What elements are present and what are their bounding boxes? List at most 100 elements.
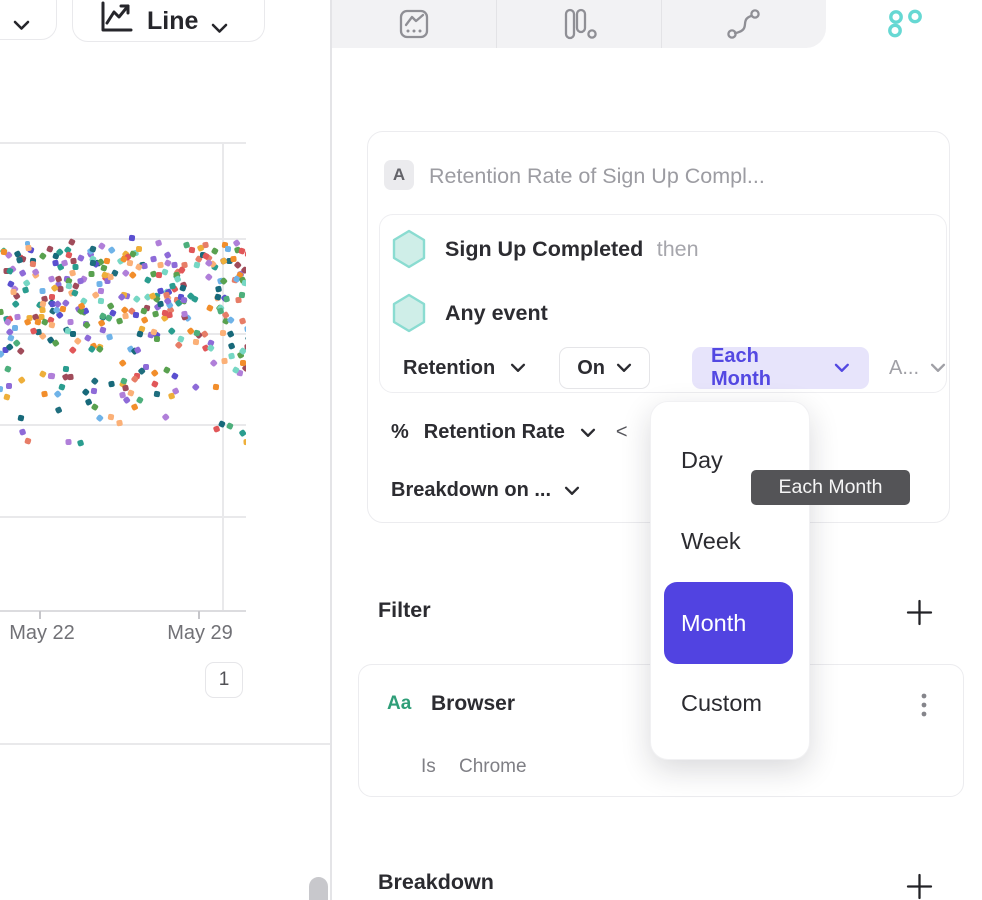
measure-dropdown-label[interactable]: Retention Rate: [424, 421, 565, 444]
filter-operator[interactable]: Is: [421, 756, 436, 778]
scatter-point: [141, 316, 148, 323]
scatter-point: [193, 262, 200, 269]
event-definition-card: Sign Up Completed then Any event Retenti…: [379, 214, 947, 393]
pagination-page-button[interactable]: 1: [205, 662, 243, 698]
scatter-point: [18, 414, 25, 421]
filter-property-name[interactable]: Browser: [431, 692, 515, 716]
scatter-point: [154, 335, 160, 341]
scatter-point: [77, 254, 84, 261]
scatter-point: [73, 264, 79, 270]
scatter-point: [19, 269, 27, 277]
scatter-point: [244, 438, 246, 444]
scatter-point: [151, 380, 158, 387]
scatter-point: [6, 383, 12, 389]
event-row[interactable]: Sign Up Completed then: [391, 229, 699, 269]
collapse-arrow[interactable]: <: [616, 421, 628, 444]
filter-value[interactable]: Chrome: [459, 756, 527, 778]
scatter-point: [161, 413, 169, 421]
scatter-point: [179, 285, 186, 292]
interval-dropdown[interactable]: Each Month: [692, 347, 869, 389]
scatter-point: [151, 255, 158, 262]
scatter-point: [63, 365, 69, 371]
scatter-point: [109, 381, 115, 387]
tab-metric-chart[interactable]: [332, 0, 497, 48]
scatter-point: [3, 393, 10, 400]
scatter-point: [66, 438, 72, 444]
scatter-point: [212, 383, 218, 389]
scatter-point: [211, 247, 219, 255]
scatter-point: [129, 235, 135, 241]
scatter-point: [107, 301, 115, 309]
scatter-point: [46, 245, 53, 252]
query-title[interactable]: Retention Rate of Sign Up Compl...: [429, 164, 765, 189]
tab-flow[interactable]: [662, 0, 826, 48]
scatter-point: [106, 333, 113, 340]
menu-item-day[interactable]: Day: [681, 447, 723, 474]
scatter-point: [48, 321, 55, 328]
scatter-point: [206, 304, 213, 311]
scatter-point: [39, 287, 45, 293]
scatter-point: [0, 385, 2, 391]
scatter-point: [100, 265, 107, 272]
scatter-point: [163, 366, 170, 373]
tab-scatter-active[interactable]: [825, 0, 982, 48]
scatter-point: [77, 277, 84, 284]
scatter-point: [83, 334, 91, 342]
scatter-point: [225, 245, 231, 251]
on-dropdown-label: On: [577, 357, 605, 380]
chart-type-selector[interactable]: Line: [72, 0, 265, 42]
chevron-down-icon: [616, 363, 632, 373]
measure-row[interactable]: % Retention Rate <: [391, 421, 628, 444]
menu-item-week[interactable]: Week: [681, 528, 741, 555]
retention-dropdown[interactable]: Retention: [403, 357, 526, 380]
event-row[interactable]: Any event: [391, 293, 548, 333]
scatter-point: [129, 270, 137, 278]
scatter-point: [167, 312, 173, 318]
scatter-point: [155, 239, 162, 246]
scatter-point: [90, 388, 96, 394]
scrollbar-thumb[interactable]: [309, 877, 328, 900]
truncated-dropdown[interactable]: A...: [889, 357, 946, 380]
scatter-point: [210, 359, 218, 367]
collapsed-dropdown-button[interactable]: [0, 0, 57, 40]
x-axis-label: May 22: [2, 622, 82, 645]
scatter-point: [58, 286, 64, 292]
plus-icon: [906, 873, 933, 900]
scatter-point: [136, 245, 142, 251]
chevron-down-icon: [510, 363, 526, 373]
scatter-point: [39, 370, 46, 377]
scatter-point: [228, 352, 235, 359]
chart-type-label: Line: [147, 9, 198, 34]
add-breakdown-button[interactable]: [906, 873, 933, 900]
scatter-point: [35, 318, 42, 325]
bars-icon: [560, 8, 598, 40]
breakdown-on-dropdown[interactable]: Breakdown on ...: [391, 479, 580, 502]
scatter-point: [96, 280, 102, 286]
add-filter-button[interactable]: [906, 599, 933, 631]
series-label-badge: A: [384, 160, 414, 190]
scatter-point: [19, 428, 26, 435]
retention-dropdown-label: Retention: [403, 357, 495, 380]
view-tabbar: [332, 0, 826, 48]
tab-bars[interactable]: [497, 0, 662, 48]
scatter-point: [224, 295, 231, 302]
event-name[interactable]: Sign Up Completed: [445, 237, 643, 261]
menu-item-month-selected[interactable]: Month: [664, 582, 793, 664]
scatter-point: [164, 251, 171, 258]
scatter-point: [164, 259, 171, 266]
kebab-menu-icon[interactable]: [920, 691, 928, 723]
line-chart-icon: [99, 1, 134, 34]
scatter-point: [172, 261, 178, 267]
interval-dropdown-label: Each Month: [711, 345, 822, 391]
retention-controls-row: Retention On Each Month: [391, 347, 946, 389]
scatter-point: [82, 388, 90, 396]
event-name[interactable]: Any event: [445, 301, 548, 325]
scatter-point: [97, 297, 103, 303]
on-dropdown[interactable]: On: [559, 347, 650, 389]
scatter-point: [191, 295, 198, 302]
panel-divider: [330, 0, 332, 900]
hexagon-event-icon: [391, 229, 427, 269]
menu-item-custom[interactable]: Custom: [681, 690, 762, 717]
scatter-point: [98, 287, 104, 293]
chevron-down-icon: [930, 363, 946, 373]
